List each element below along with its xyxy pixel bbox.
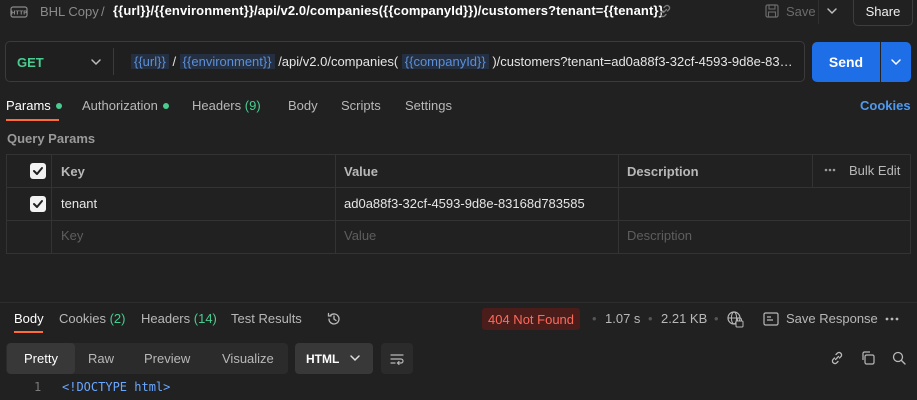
url-segment: /: [168, 54, 180, 69]
status-dot: [162, 102, 169, 109]
format-raw[interactable]: Raw: [88, 351, 114, 366]
save-options-button[interactable]: [818, 0, 844, 24]
response-tab-headers[interactable]: Headers (14): [141, 311, 217, 326]
param-checkbox[interactable]: [30, 196, 46, 212]
status-badge[interactable]: 404 Not Found: [482, 308, 581, 330]
language-label: HTML: [306, 351, 340, 366]
param-value-field[interactable]: ad0a88f3-32cf-4593-9d8e-83168d783585: [344, 196, 585, 211]
language-select[interactable]: HTML: [295, 343, 373, 374]
tab-label: Params: [6, 98, 51, 113]
url-input[interactable]: {{url}} / {{environment}} /api/v2.0/comp…: [131, 54, 799, 69]
save-response-icon[interactable]: [763, 312, 779, 326]
checkmark-icon: [33, 167, 43, 175]
send-button[interactable]: Send: [812, 42, 880, 82]
more-options-icon[interactable]: [824, 168, 836, 172]
checkmark-icon: [33, 200, 43, 208]
new-param-value-input[interactable]: Value: [344, 228, 376, 243]
tab-scripts[interactable]: Scripts: [341, 98, 381, 113]
column-header-description: Description: [627, 164, 699, 179]
wrap-lines-button[interactable]: [381, 343, 413, 374]
copy-link-icon[interactable]: [829, 350, 845, 366]
save-icon[interactable]: [764, 3, 780, 19]
bulk-edit-button[interactable]: Bulk Edit: [849, 163, 900, 178]
response-divider: [0, 302, 917, 303]
response-tab-body[interactable]: Body: [14, 311, 44, 326]
format-visualize[interactable]: Visualize: [222, 351, 274, 366]
network-globe-icon[interactable]: [726, 310, 744, 328]
search-icon[interactable]: [891, 350, 907, 366]
companyid-variable[interactable]: {{companyId}}: [401, 54, 489, 69]
url-segment: /api/v2.0/companies(: [274, 54, 402, 69]
copy-icon[interactable]: [860, 350, 876, 366]
param-key-field[interactable]: tenant: [61, 196, 97, 211]
response-time[interactable]: 1.07 s: [605, 311, 640, 326]
request-title[interactable]: {{url}}/{{environment}}/api/v2.0/compani…: [113, 3, 664, 18]
tab-count: (2): [109, 311, 126, 326]
collection-breadcrumb[interactable]: BHL Copy: [40, 4, 99, 19]
send-options-button[interactable]: [881, 42, 911, 82]
table-divider: [812, 154, 813, 187]
select-all-checkbox[interactable]: [30, 163, 46, 179]
share-button[interactable]: Share: [853, 0, 913, 26]
active-tab-indicator: [6, 119, 59, 121]
tab-label: Headers: [141, 311, 191, 326]
history-icon[interactable]: [326, 311, 342, 327]
tab-params[interactable]: Params: [6, 98, 62, 113]
tab-label: Cookies: [59, 311, 106, 326]
tab-label: Authorization: [82, 98, 158, 113]
tab-authorization[interactable]: Authorization: [82, 98, 169, 113]
tab-body[interactable]: Body: [288, 98, 318, 113]
response-size[interactable]: 2.21 KB: [661, 311, 707, 326]
code-line[interactable]: <!DOCTYPE html>: [62, 380, 170, 394]
tab-headers[interactable]: Headers (9): [192, 98, 261, 113]
url-variable[interactable]: {{url}}: [131, 54, 169, 69]
cookies-link[interactable]: Cookies: [860, 98, 911, 113]
table-divider: [51, 154, 52, 254]
code-keyword: <!DOCTYPE: [62, 380, 128, 394]
column-header-value: Value: [344, 164, 378, 179]
table-divider: [618, 154, 619, 254]
method-selector[interactable]: GET: [17, 55, 44, 70]
environment-variable[interactable]: {{environment}}: [179, 54, 275, 69]
meta-separator: •: [592, 311, 597, 326]
format-pretty[interactable]: Pretty: [7, 343, 75, 374]
table-divider: [6, 187, 911, 188]
status-dot: [55, 102, 62, 109]
response-tab-cookies[interactable]: Cookies (2): [59, 311, 125, 326]
url-segment: )/customers?tenant=ad0a88f3-32cf-4593-9d…: [492, 54, 799, 69]
meta-separator: •: [714, 311, 719, 326]
column-header-key: Key: [61, 164, 85, 179]
tab-settings[interactable]: Settings: [405, 98, 452, 113]
chevron-down-icon: [891, 59, 901, 66]
format-preview[interactable]: Preview: [144, 351, 190, 366]
response-tab-test-results[interactable]: Test Results: [231, 311, 302, 326]
meta-separator: •: [648, 311, 653, 326]
tab-count: (14): [193, 311, 217, 326]
query-params-title: Query Params: [7, 131, 96, 146]
active-tab-indicator: [14, 331, 43, 333]
more-options-icon[interactable]: [885, 317, 899, 321]
breadcrumb-separator: /: [101, 4, 105, 19]
table-divider: [335, 154, 336, 254]
new-param-description-input[interactable]: Description: [627, 228, 692, 243]
table-divider: [6, 220, 911, 221]
method-divider: [113, 48, 114, 75]
http-request-icon: HTTP: [10, 3, 28, 21]
tab-label: Headers: [192, 98, 242, 113]
line-number: 1: [34, 380, 42, 394]
svg-text:HTTP: HTTP: [11, 11, 27, 17]
wrap-lines-icon: [390, 353, 404, 365]
tab-count: (9): [244, 98, 261, 113]
save-button[interactable]: Save: [786, 4, 816, 19]
code-text: html>: [127, 380, 171, 394]
save-response-button[interactable]: Save Response: [786, 311, 878, 326]
new-param-key-input[interactable]: Key: [61, 228, 83, 243]
link-icon[interactable]: [658, 4, 672, 18]
chevron-down-icon: [827, 8, 837, 15]
chevron-down-icon[interactable]: [90, 57, 102, 67]
chevron-down-icon[interactable]: [349, 353, 361, 363]
